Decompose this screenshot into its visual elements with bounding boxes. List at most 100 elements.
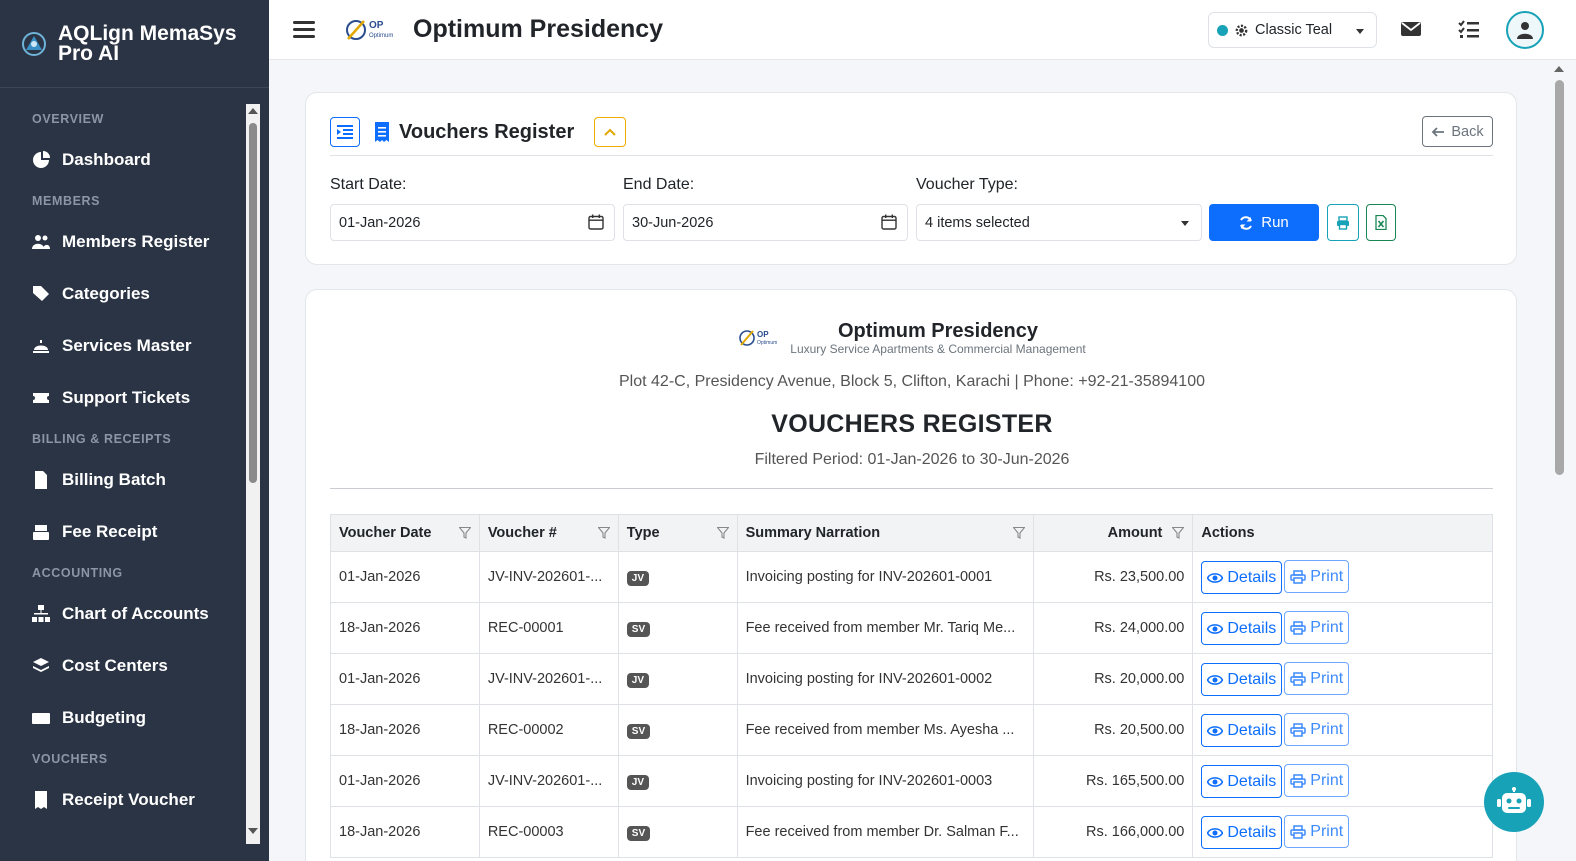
cash-register-icon xyxy=(30,522,52,542)
cell-narration: Fee received from member Dr. Salman F... xyxy=(737,806,1034,858)
sidebar-item-budgeting[interactable]: Budgeting xyxy=(0,692,246,744)
cell-voucher-number: REC-00003 xyxy=(479,806,619,858)
filter-icon[interactable] xyxy=(458,527,471,539)
column-header-type[interactable]: Type xyxy=(617,514,738,552)
run-button[interactable]: Run xyxy=(1209,204,1319,241)
company-logo-icon: OP Optimum xyxy=(739,330,778,346)
details-button[interactable]: Details xyxy=(1201,561,1283,594)
column-header-actions: Actions xyxy=(1192,514,1493,552)
brand[interactable]: AQLign MemaSys Pro AI xyxy=(0,0,269,88)
sidebar-item-cost-centers[interactable]: Cost Centers xyxy=(0,640,246,692)
main-scroll-thumb[interactable] xyxy=(1555,80,1564,475)
sidebar-item-chart-of-accounts[interactable]: Chart of Accounts xyxy=(0,588,246,640)
printer-icon xyxy=(1290,722,1307,737)
column-label: Summary Narration xyxy=(745,525,881,541)
export-excel-button[interactable] xyxy=(1366,204,1396,241)
svg-text:OP: OP xyxy=(757,330,769,339)
column-header-voucher-number[interactable]: Voucher # xyxy=(478,514,619,552)
sidebar-item-billing-batch[interactable]: Billing Batch xyxy=(0,454,246,506)
voucher-type-select[interactable]: 4 items selected xyxy=(916,204,1202,241)
details-label: Details xyxy=(1227,823,1277,841)
sidebar-collapse-button[interactable] xyxy=(330,117,360,147)
table-row[interactable]: 18-Jan-2026 REC-00003 SV Fee received from … xyxy=(330,806,1493,858)
file-invoice-icon xyxy=(30,470,52,490)
column-label: Voucher Date xyxy=(339,525,432,541)
menu-toggle-icon[interactable] xyxy=(293,17,315,42)
theme-select[interactable]: Classic Teal xyxy=(1208,12,1377,48)
back-button[interactable]: Back xyxy=(1422,116,1493,147)
column-header-amount[interactable]: Amount xyxy=(1032,514,1194,552)
print-button[interactable]: Print xyxy=(1284,560,1350,593)
details-button[interactable]: Details xyxy=(1201,612,1283,645)
cell-voucher-number: REC-00001 xyxy=(479,602,619,654)
divider xyxy=(330,155,1493,156)
receipt-icon xyxy=(375,122,389,142)
app-title: AQLign MemaSys Pro AI xyxy=(58,21,237,65)
filter-icon[interactable] xyxy=(716,527,729,539)
eye-icon xyxy=(1207,725,1224,736)
sidebar-item-services-master[interactable]: Services Master xyxy=(0,320,246,372)
details-button[interactable]: Details xyxy=(1201,765,1283,798)
end-date-label: End Date: xyxy=(623,176,695,193)
users-icon xyxy=(30,232,52,252)
sidebar-scroll-down-icon[interactable] xyxy=(248,828,258,834)
cell-voucher-date: 18-Jan-2026 xyxy=(330,704,480,756)
svg-text:Optimum: Optimum xyxy=(369,33,393,39)
chatbot-button[interactable] xyxy=(1484,772,1544,832)
filter-icon[interactable] xyxy=(1012,527,1025,539)
cell-type: JV xyxy=(618,653,738,705)
details-button[interactable]: Details xyxy=(1201,714,1283,747)
filter-icon[interactable] xyxy=(1172,527,1185,539)
details-button[interactable]: Details xyxy=(1201,816,1283,849)
print-report-button[interactable] xyxy=(1327,204,1359,241)
nav-section-label: MEMBERS xyxy=(32,194,101,208)
sidebar-item-support-tickets[interactable]: Support Tickets xyxy=(0,372,246,424)
print-label: Print xyxy=(1310,567,1344,585)
column-label: Amount xyxy=(1107,525,1163,541)
cell-narration: Invoicing posting for INV-202601-0003 xyxy=(737,755,1034,807)
sidebar-item-label: Fee Receipt xyxy=(62,522,158,541)
table-row[interactable]: 18-Jan-2026 REC-00001 SV Fee received from … xyxy=(330,602,1493,654)
sidebar-item-label: Budgeting xyxy=(62,708,147,727)
table-row[interactable]: 01-Jan-2026 JV-INV-202601-... JV Invoicing … xyxy=(330,653,1493,705)
table-row[interactable]: 01-Jan-2026 JV-INV-202601-... JV Invoicing … xyxy=(330,755,1493,807)
sidebar-item-members-register[interactable]: Members Register xyxy=(0,216,246,268)
print-button[interactable]: Print xyxy=(1284,713,1350,746)
main-scroll-up-icon[interactable] xyxy=(1554,66,1564,72)
filter-icon[interactable] xyxy=(597,527,610,539)
envelope-icon[interactable] xyxy=(1399,18,1423,40)
tasks-list-icon[interactable] xyxy=(1457,18,1481,40)
sidebar-item-fee-receipt[interactable]: Fee Receipt xyxy=(0,506,246,558)
sidebar-nav[interactable]: OVERVIEW Dashboard MEMBERS Members Register… xyxy=(0,104,246,844)
print-button[interactable]: Print xyxy=(1284,611,1350,644)
cell-amount: Rs. 20,000.00 xyxy=(1033,653,1194,705)
calendar-icon[interactable] xyxy=(588,214,604,230)
column-header-narration[interactable]: Summary Narration xyxy=(736,514,1034,552)
collapse-filters-button[interactable] xyxy=(594,117,626,147)
sidebar-scroll-thumb[interactable] xyxy=(249,123,257,483)
print-button[interactable]: Print xyxy=(1284,815,1350,848)
print-button[interactable]: Print xyxy=(1284,764,1350,797)
details-button[interactable]: Details xyxy=(1201,663,1283,696)
start-date-input[interactable]: 01-Jan-2026 xyxy=(330,204,615,241)
table-row[interactable]: 01-Jan-2026 JV-INV-202601-... JV Invoicing … xyxy=(330,551,1493,603)
sidebar-item-label: Categories xyxy=(62,284,150,303)
type-badge: JV xyxy=(626,774,650,790)
print-button[interactable]: Print xyxy=(1284,662,1350,695)
user-avatar[interactable] xyxy=(1506,11,1544,49)
layers-icon xyxy=(30,656,52,676)
nav-section-label: VOUCHERS xyxy=(32,752,108,766)
column-header-voucher-date[interactable]: Voucher Date xyxy=(330,514,480,552)
calendar-icon[interactable] xyxy=(881,214,897,230)
details-label: Details xyxy=(1227,568,1277,586)
sidebar-item-receipt-voucher[interactable]: Receipt Voucher xyxy=(0,774,246,826)
sidebar-scroll-up-icon[interactable] xyxy=(248,108,258,114)
table-header-row: Voucher Date Voucher # Type Summary Narr… xyxy=(330,514,1493,552)
sidebar-item-categories[interactable]: Categories xyxy=(0,268,246,320)
end-date-input[interactable]: 30-Jun-2026 xyxy=(623,204,908,241)
sidebar-item-dashboard[interactable]: Dashboard xyxy=(0,134,246,186)
print-label: Print xyxy=(1310,822,1344,840)
cell-type: JV xyxy=(618,551,738,603)
bell-concierge-icon xyxy=(30,336,52,356)
table-row[interactable]: 18-Jan-2026 REC-00002 SV Fee received from … xyxy=(330,704,1493,756)
